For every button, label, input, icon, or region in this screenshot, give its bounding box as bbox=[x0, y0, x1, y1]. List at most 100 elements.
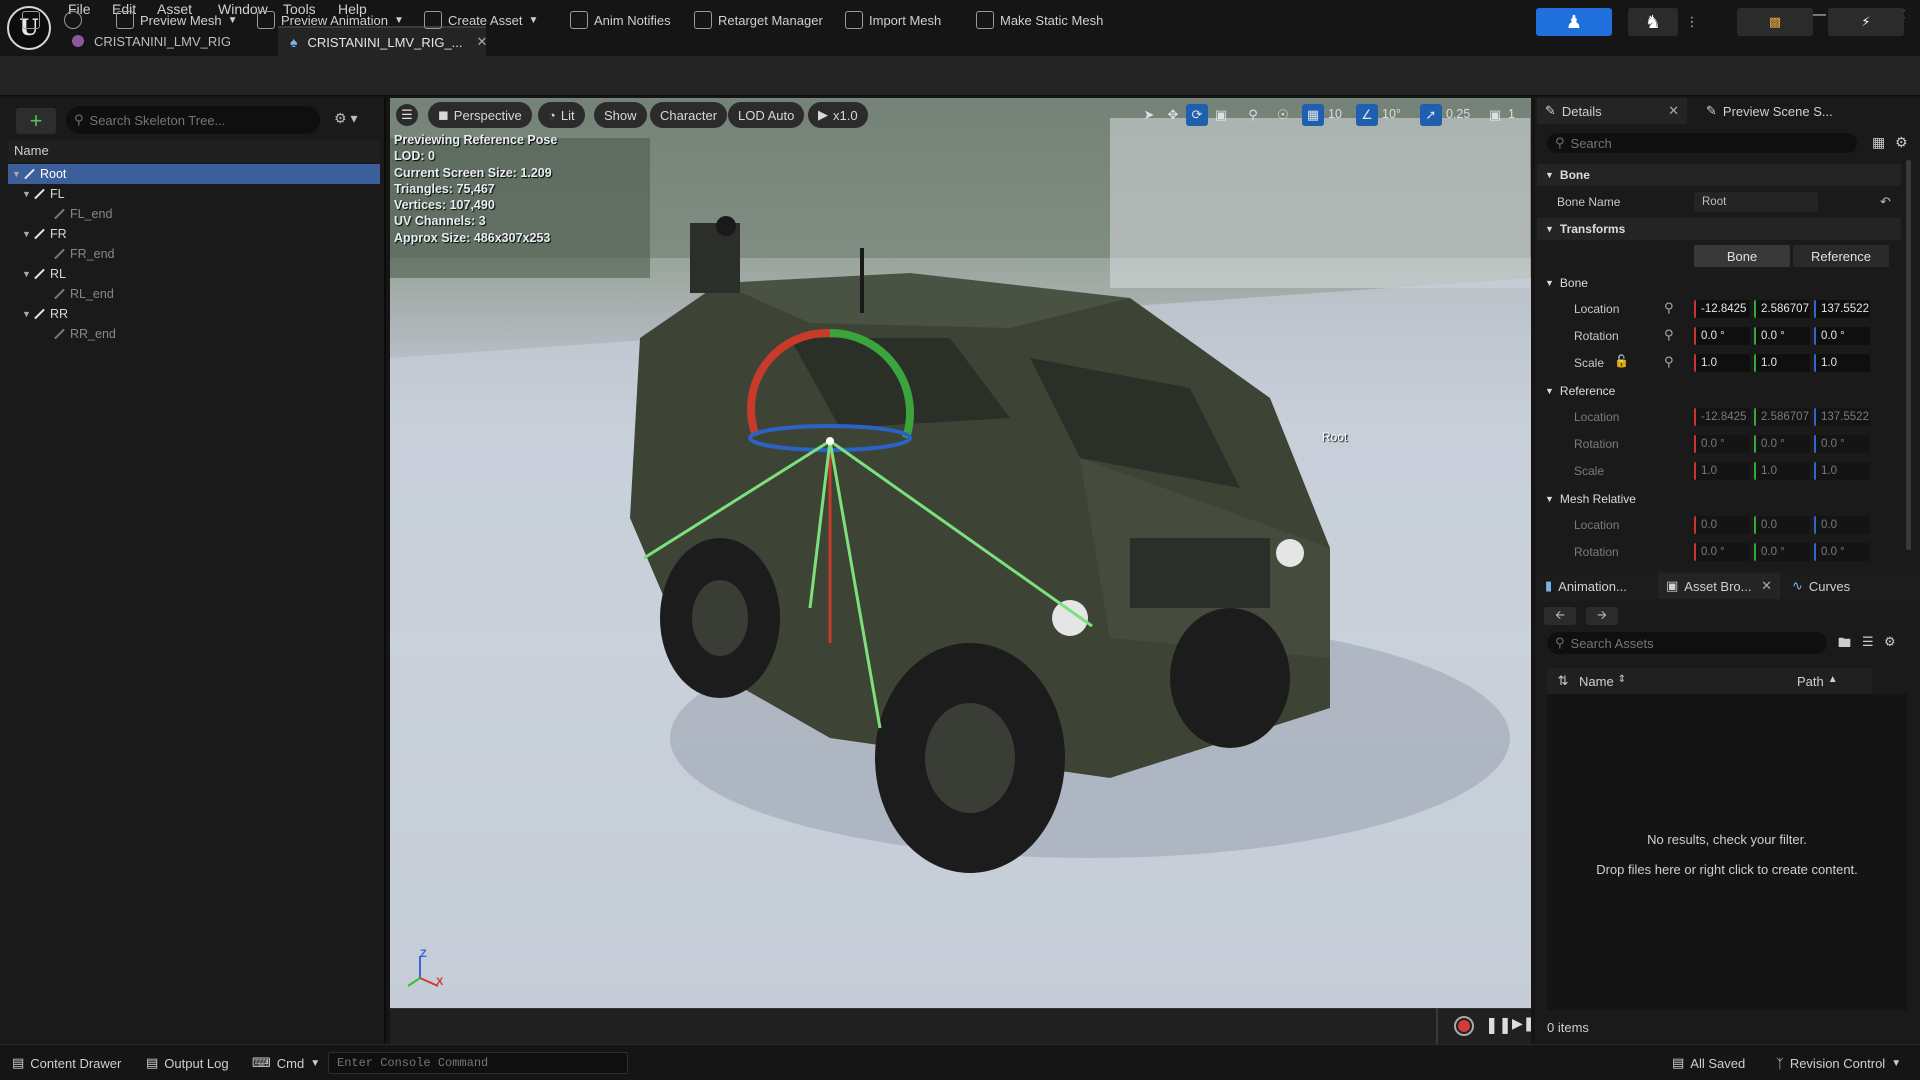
record-button[interactable] bbox=[1454, 1016, 1474, 1036]
create-asset-button[interactable]: Create Asset ▼ bbox=[418, 6, 544, 34]
bone-row-rl-end[interactable]: RL_end bbox=[8, 284, 380, 304]
bone-location-y[interactable]: 2.586707 bbox=[1754, 300, 1810, 318]
filter-icon[interactable]: ☰ bbox=[1862, 634, 1874, 650]
step-forward-icon[interactable]: ▶❚ bbox=[1512, 1015, 1535, 1032]
subsection-bone[interactable]: ▼ Bone bbox=[1537, 272, 1901, 294]
bone-name-field[interactable]: Root bbox=[1694, 192, 1818, 212]
expand-arrow-icon[interactable]: ▼ bbox=[12, 169, 22, 179]
table-view-icon[interactable]: ▦ bbox=[1872, 134, 1885, 151]
preview-animation-button[interactable]: Preview Animation ▼ bbox=[251, 6, 410, 34]
scale-snap-value[interactable]: 0.25 bbox=[1446, 107, 1470, 121]
rotation-snap-icon[interactable]: ∠ bbox=[1356, 104, 1378, 126]
bone-row-rl[interactable]: ▼ RL bbox=[8, 264, 380, 284]
bone-location-x[interactable]: -12.8425 bbox=[1694, 300, 1750, 318]
details-search-input[interactable] bbox=[1570, 135, 1831, 151]
expand-arrow-icon[interactable]: ▼ bbox=[22, 229, 32, 239]
lit-button[interactable]: ◔ Lit bbox=[538, 102, 585, 128]
details-search-box[interactable]: ⚲ bbox=[1547, 133, 1857, 153]
folder-icon[interactable]: 🖿 bbox=[1838, 634, 1851, 656]
skeleton-search-input[interactable] bbox=[89, 112, 300, 128]
perspective-button[interactable]: ◼ Perspective bbox=[428, 102, 532, 128]
bone-scale-z[interactable]: 1.0 bbox=[1814, 354, 1870, 372]
preview-viewport[interactable] bbox=[390, 98, 1531, 1008]
add-bone-button[interactable]: + bbox=[16, 108, 56, 134]
bone-rotation-z[interactable]: 0.0 ° bbox=[1814, 327, 1870, 345]
lock-icon[interactable]: 🔓 bbox=[1614, 354, 1629, 368]
play-rate-button[interactable]: ▶ x1.0 bbox=[808, 102, 868, 128]
lod-button[interactable]: LOD Auto bbox=[728, 102, 805, 128]
mesh-mode-button[interactable]: ♞ bbox=[1628, 8, 1678, 36]
subsection-reference[interactable]: ▼ Reference bbox=[1537, 380, 1901, 402]
forward-arrow-icon[interactable]: 🡪 bbox=[1586, 607, 1618, 625]
revision-control-button[interactable]: ᛉ Revision Control ▼ bbox=[1776, 1052, 1901, 1074]
close-tab-icon[interactable]: ✕ bbox=[1761, 578, 1772, 594]
content-drawer-button[interactable]: ▤ Content Drawer bbox=[12, 1052, 121, 1074]
details-scrollbar[interactable] bbox=[1906, 160, 1911, 550]
bone-row-rr[interactable]: ▼ RR bbox=[8, 304, 380, 324]
section-bone[interactable]: ▼ Bone bbox=[1537, 164, 1901, 186]
settings-icon[interactable]: ⚙ bbox=[1884, 634, 1896, 650]
output-log-button[interactable]: ▤ Output Log bbox=[146, 1052, 229, 1074]
translate-mode-icon[interactable]: ✥ bbox=[1162, 104, 1184, 126]
reference-toggle-button[interactable]: Reference bbox=[1793, 245, 1889, 267]
console-command-box[interactable] bbox=[328, 1052, 628, 1074]
column-path[interactable]: Path ▲ bbox=[1797, 674, 1838, 689]
skeleton-search-box[interactable]: ⚲ bbox=[66, 106, 320, 134]
tab-details[interactable]: ✎ Details ✕ bbox=[1537, 98, 1687, 124]
bone-space-icon[interactable]: ⚲ bbox=[1242, 104, 1264, 126]
settings-icon[interactable]: ⚙ bbox=[1895, 134, 1908, 151]
select-mode-icon[interactable]: ➤ bbox=[1138, 104, 1160, 126]
rotation-snap-value[interactable]: 10° bbox=[1382, 107, 1401, 121]
import-mesh-button[interactable]: Import Mesh bbox=[839, 6, 947, 34]
show-button[interactable]: Show bbox=[594, 102, 647, 128]
coord-space-icon[interactable]: ⚲ bbox=[1664, 354, 1674, 370]
tab-curves[interactable]: ∿ Curves bbox=[1784, 573, 1884, 599]
asset-list[interactable]: No results, check your filter. Drop file… bbox=[1547, 694, 1907, 1010]
make-static-mesh-button[interactable]: Make Static Mesh bbox=[970, 6, 1109, 34]
character-button[interactable]: Character bbox=[650, 102, 728, 128]
preview-mesh-button[interactable]: Preview Mesh ▼ bbox=[110, 6, 244, 34]
tab-preview-scene[interactable]: ✎ Preview Scene S... bbox=[1698, 98, 1908, 124]
viewport-menu-icon[interactable]: ☰ bbox=[396, 104, 418, 126]
bone-scale-y[interactable]: 1.0 bbox=[1754, 354, 1810, 372]
bone-location-z[interactable]: 137.5522 bbox=[1814, 300, 1870, 318]
column-options-icon[interactable]: ⇅ bbox=[1547, 673, 1579, 689]
expand-arrow-icon[interactable]: ▼ bbox=[22, 189, 32, 199]
reset-icon[interactable]: ↶ bbox=[1880, 194, 1891, 210]
console-command-input[interactable] bbox=[337, 1053, 617, 1073]
bone-scale-x[interactable]: 1.0 bbox=[1694, 354, 1750, 372]
bone-row-fl[interactable]: ▼ FL bbox=[8, 184, 380, 204]
camera-speed-icon[interactable]: ▣ bbox=[1484, 104, 1506, 126]
camera-speed-value[interactable]: 1 bbox=[1508, 107, 1515, 121]
close-tab-icon[interactable]: ✕ bbox=[1668, 103, 1679, 119]
column-name[interactable]: Name ⇕ bbox=[1579, 674, 1797, 689]
grid-snap-icon[interactable]: ▦ bbox=[1302, 104, 1324, 126]
anim-notifies-button[interactable]: Anim Notifies bbox=[564, 6, 677, 34]
bone-toggle-button[interactable]: Bone bbox=[1694, 245, 1790, 267]
tab-animation[interactable]: ▮ Animation... bbox=[1537, 573, 1655, 599]
blueprint-mode-button[interactable]: ▩ bbox=[1737, 8, 1813, 36]
section-transforms[interactable]: ▼ Transforms bbox=[1537, 218, 1901, 240]
physics-mode-button[interactable]: ⚡ bbox=[1828, 8, 1904, 36]
coord-space-icon[interactable]: ⚲ bbox=[1664, 300, 1674, 316]
expand-arrow-icon[interactable]: ▼ bbox=[22, 309, 32, 319]
cmd-dropdown[interactable]: ⌨ Cmd ▼ bbox=[252, 1052, 320, 1074]
pause-icon[interactable]: ❚❚ bbox=[1485, 1015, 1512, 1035]
browse-button[interactable] bbox=[58, 6, 88, 34]
subsection-mesh-relative[interactable]: ▼ Mesh Relative bbox=[1537, 488, 1901, 510]
rotate-mode-icon[interactable]: ⟳ bbox=[1186, 104, 1208, 126]
asset-search-box[interactable]: ⚲ bbox=[1547, 632, 1827, 654]
scale-snap-icon[interactable]: ➚ bbox=[1420, 104, 1442, 126]
grid-snap-value[interactable]: 10 bbox=[1328, 107, 1342, 121]
bone-row-fl-end[interactable]: FL_end bbox=[8, 204, 380, 224]
bone-row-root[interactable]: ▼ Root bbox=[8, 164, 380, 184]
coord-space-icon[interactable]: ⚲ bbox=[1664, 327, 1674, 343]
all-saved-button[interactable]: ▤ All Saved bbox=[1672, 1052, 1745, 1074]
scale-mode-icon[interactable]: ▣ bbox=[1210, 104, 1232, 126]
more-options-icon[interactable]: ⋮ bbox=[1682, 8, 1702, 36]
bone-row-fr-end[interactable]: FR_end bbox=[8, 244, 380, 264]
back-arrow-icon[interactable]: 🡨 bbox=[1544, 607, 1576, 625]
skeleton-mode-button[interactable]: ♟ bbox=[1536, 8, 1612, 36]
retarget-manager-button[interactable]: Retarget Manager bbox=[688, 6, 829, 34]
bone-rotation-y[interactable]: 0.0 ° bbox=[1754, 327, 1810, 345]
